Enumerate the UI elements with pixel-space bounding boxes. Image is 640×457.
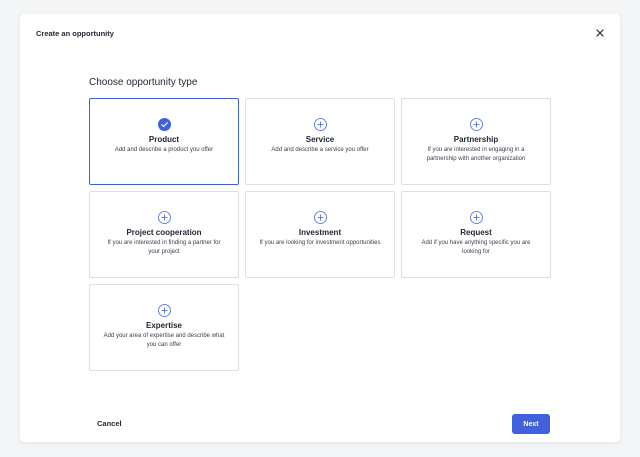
card-description: Add your area of expertise and describe … xyxy=(103,333,225,348)
close-button[interactable] xyxy=(594,27,606,39)
plus-circle-icon xyxy=(313,118,327,131)
card-title: Expertise xyxy=(145,321,183,330)
plus-circle-icon xyxy=(157,304,171,317)
plus-circle-icon xyxy=(469,118,483,131)
card-description: If you are looking for investment opport… xyxy=(259,240,381,246)
check-circle-icon xyxy=(157,118,171,131)
card-title: Investment xyxy=(298,228,342,237)
card-description: If you are interested in finding a partn… xyxy=(107,240,221,255)
card-investment[interactable]: Investment If you are looking for invest… xyxy=(245,191,395,278)
close-icon xyxy=(596,29,604,37)
card-description: Add and describe a service you offer xyxy=(271,147,369,153)
create-opportunity-modal: Create an opportunity Choose opportunity… xyxy=(20,14,620,442)
plus-circle-icon xyxy=(469,211,483,224)
card-partnership[interactable]: Partnership If you are interested in eng… xyxy=(401,98,551,185)
opportunity-type-grid: Product Add and describe a product you o… xyxy=(89,98,551,371)
plus-circle-icon xyxy=(313,211,327,224)
card-project-cooperation[interactable]: Project cooperation If you are intereste… xyxy=(89,191,239,278)
next-button[interactable]: Next xyxy=(512,414,550,434)
card-title: Product xyxy=(148,135,180,144)
card-service[interactable]: Service Add and describe a service you o… xyxy=(245,98,395,185)
plus-circle-icon xyxy=(157,211,171,224)
card-description: Add and describe a product you offer xyxy=(114,147,214,153)
card-expertise[interactable]: Expertise Add your area of expertise and… xyxy=(89,284,239,371)
cancel-button[interactable]: Cancel xyxy=(97,419,122,428)
section-title: Choose opportunity type xyxy=(89,77,198,88)
card-title: Project cooperation xyxy=(126,228,202,237)
card-title: Request xyxy=(460,228,492,237)
modal-title: Create an opportunity xyxy=(36,29,114,38)
card-title: Partnership xyxy=(453,135,499,144)
card-product[interactable]: Product Add and describe a product you o… xyxy=(89,98,239,185)
card-request[interactable]: Request Add if you have anything specifi… xyxy=(401,191,551,278)
card-title: Service xyxy=(305,135,335,144)
card-description: If you are interested in engaging in a p… xyxy=(426,147,526,162)
card-description: Add if you have anything specific you ar… xyxy=(421,240,531,255)
